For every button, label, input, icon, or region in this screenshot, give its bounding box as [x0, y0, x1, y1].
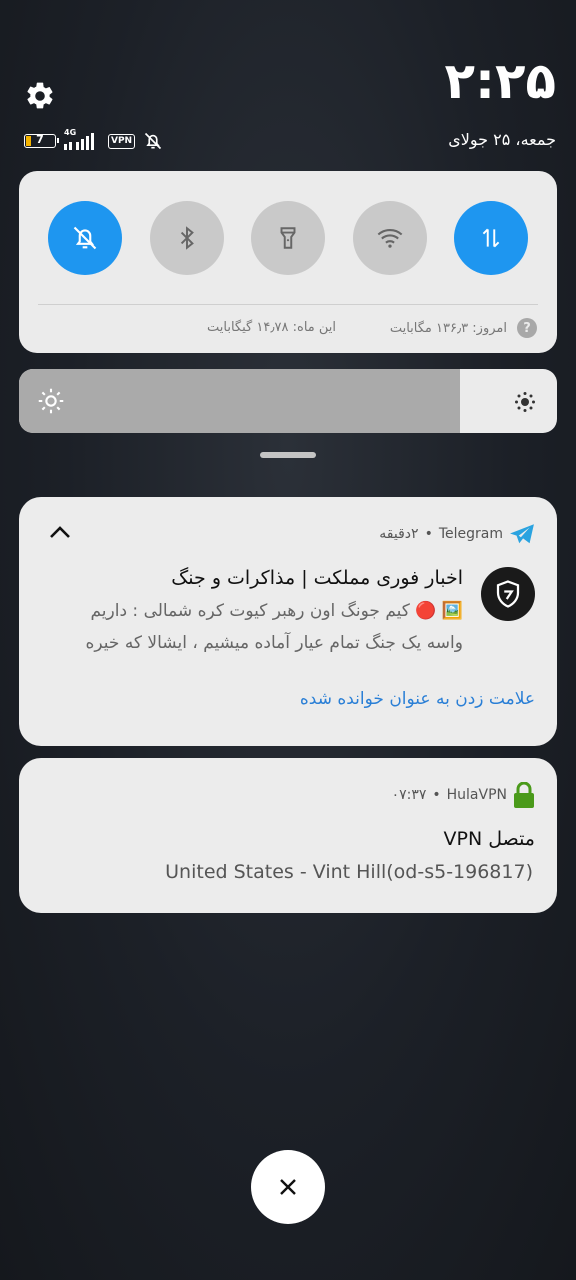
help-icon[interactable]: ? — [517, 318, 537, 338]
notification-title: اخبار فوری مملکت | مذاکرات و جنگ — [171, 567, 463, 589]
telegram-icon — [510, 524, 534, 544]
tile-flashlight[interactable] — [251, 201, 325, 275]
tile-silent-mode[interactable] — [48, 201, 122, 275]
bluetooth-icon — [180, 226, 194, 250]
notification-hulavpn[interactable]: HulaVPN • ۰۷:۳۷ متصل VPN United States -… — [19, 758, 557, 913]
notification-header: Telegram • ۲دقیقه — [379, 523, 535, 545]
mark-as-read-button[interactable]: علامت زدن به عنوان خوانده شده — [300, 689, 535, 709]
brightness-fill — [19, 369, 461, 433]
shield-icon — [496, 580, 520, 608]
flashlight-icon — [280, 227, 296, 249]
tile-mobile-data[interactable] — [454, 201, 528, 275]
notification-header: HulaVPN • ۰۷:۳۷ — [392, 782, 535, 808]
panel-expand-handle[interactable] — [260, 452, 316, 458]
brightness-slider[interactable] — [19, 369, 557, 433]
chevron-up-icon[interactable] — [47, 523, 73, 541]
settings-gear-icon[interactable] — [24, 80, 56, 112]
separator: • — [424, 526, 433, 542]
date: جمعه، ۲۵ جولای — [448, 130, 556, 149]
data-usage-today-row: ? امروز: ۱۳۶٫۳ مگابایت — [390, 318, 537, 338]
body-line-2: واسه یک جنگ تمام عیار آماده میشیم ، ایشا… — [85, 633, 463, 653]
lock-icon — [514, 782, 534, 808]
notification-body: 🖼️ 🔴 کیم جونگ اون رهبر کیوت کره شمالی : … — [43, 595, 463, 659]
app-name: HulaVPN — [446, 787, 507, 803]
notification-telegram[interactable]: Telegram • ۲دقیقه اخبار فوری مملکت | مذا… — [19, 497, 557, 746]
notification-title: متصل VPN — [443, 828, 536, 850]
notification-time: ۰۷:۳۷ — [391, 787, 427, 803]
tile-bluetooth[interactable] — [150, 201, 224, 275]
data-usage-today: امروز: ۱۳۶٫۳ مگابایت — [389, 320, 507, 336]
separator: • — [432, 787, 441, 803]
close-icon — [280, 1179, 296, 1195]
quick-settings-panel: ? امروز: ۱۳۶٫۳ مگابایت این ماه: ۱۴٫۷۸ گی… — [19, 171, 557, 353]
brightness-low-icon — [515, 392, 535, 412]
battery-icon: 7 — [24, 133, 59, 148]
signal-icon: 4G — [64, 128, 100, 150]
brightness-high-icon — [38, 388, 64, 414]
channel-avatar — [481, 567, 535, 621]
app-name: Telegram — [438, 526, 503, 542]
notification-time: ۲دقیقه — [379, 526, 419, 542]
divider — [38, 304, 538, 305]
vpn-icon: VPN — [108, 133, 136, 149]
wifi-icon — [377, 228, 403, 248]
clear-all-button[interactable] — [251, 1150, 325, 1224]
status-icons: 7 4G VPN — [24, 128, 163, 151]
silent-bell-icon — [145, 132, 162, 150]
battery-level: 7 — [36, 133, 44, 146]
body-line-1: 🖼️ 🔴 کیم جونگ اون رهبر کیوت کره شمالی : … — [90, 601, 463, 621]
clock: ۲:۲۵ — [444, 52, 556, 110]
bell-off-icon — [73, 226, 97, 250]
data-usage-month: این ماه: ۱۴٫۷۸ گیگابایت — [207, 320, 337, 335]
data-transfer-icon — [482, 228, 500, 248]
tile-wifi[interactable] — [353, 201, 427, 275]
notification-body: United States - Vint Hill(od-s5-196817) — [165, 861, 533, 883]
